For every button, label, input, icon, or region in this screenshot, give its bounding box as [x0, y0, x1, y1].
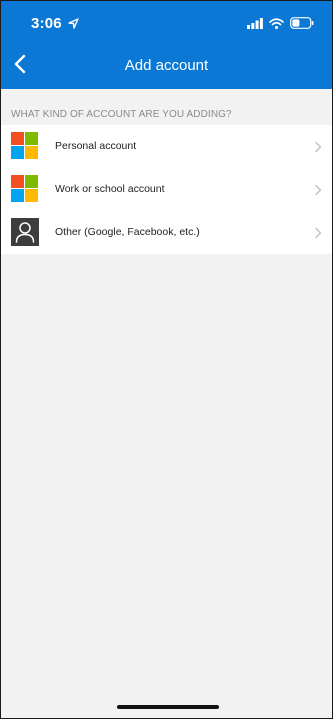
signal-bars-icon	[247, 16, 263, 34]
status-icons	[247, 16, 314, 34]
status-time: 3:06	[31, 15, 62, 32]
person-icon	[11, 218, 39, 246]
home-indicator[interactable]	[117, 705, 219, 709]
nav-bar: Add account	[1, 45, 332, 89]
status-time-group: 3:06	[31, 15, 79, 33]
app-header: 3:06 Add account	[1, 1, 332, 89]
microsoft-logo-icon	[11, 175, 39, 203]
personal-account-label: Personal account	[55, 140, 137, 152]
other-account-row[interactable]: Other (Google, Facebook, etc.)	[1, 211, 332, 254]
chevron-right-icon	[314, 183, 322, 196]
chevron-right-icon	[314, 140, 322, 153]
battery-icon	[290, 16, 314, 34]
work-or-school-account-label: Work or school account	[55, 183, 165, 195]
phone-screen: 3:06 Add account WHAT KIND OF ACCOUNT AR…	[0, 0, 333, 719]
status-bar: 3:06	[1, 1, 332, 45]
microsoft-logo-icon	[11, 132, 39, 160]
section-header: WHAT KIND OF ACCOUNT ARE YOU ADDING?	[1, 89, 332, 125]
personal-account-row[interactable]: Personal account	[1, 125, 332, 168]
work-or-school-account-row[interactable]: Work or school account	[1, 168, 332, 211]
chevron-right-icon	[314, 226, 322, 239]
wifi-icon	[269, 16, 284, 34]
account-type-list: Personal account Work or school account	[1, 125, 332, 254]
location-arrow-icon	[68, 16, 79, 33]
section-header-label: WHAT KIND OF ACCOUNT ARE YOU ADDING?	[11, 109, 232, 120]
page-title: Add account	[124, 57, 209, 74]
other-account-label: Other (Google, Facebook, etc.)	[55, 226, 200, 238]
